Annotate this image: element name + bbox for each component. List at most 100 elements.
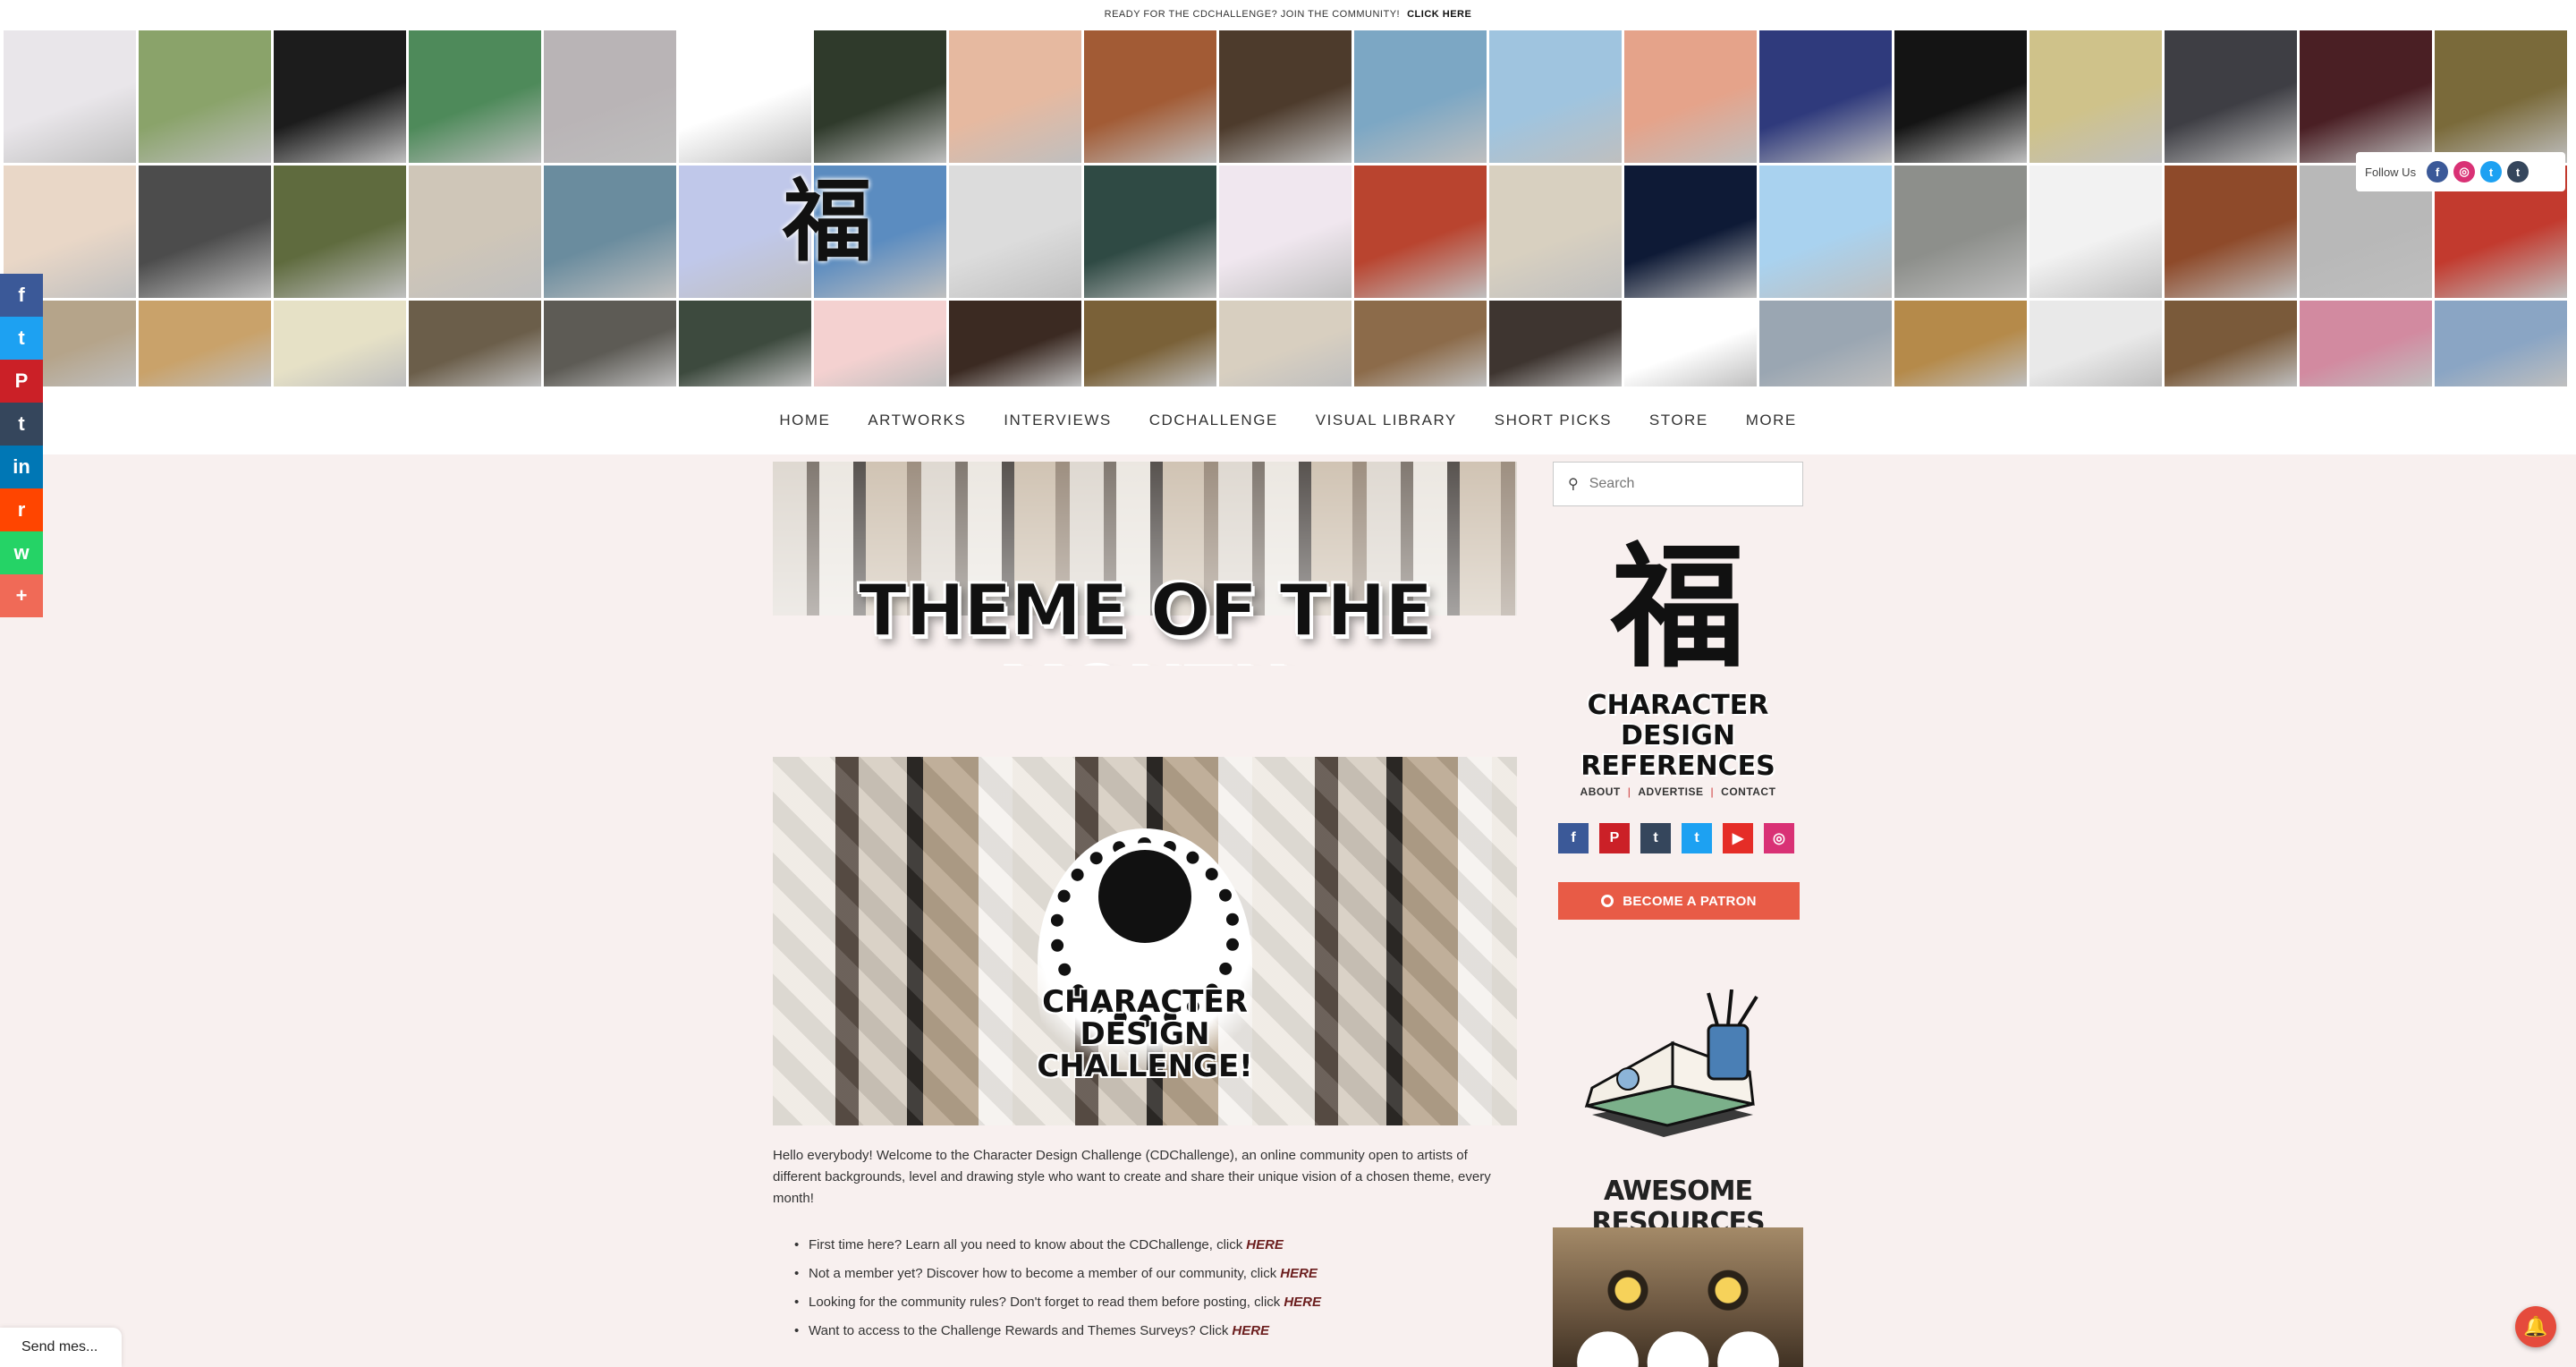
here-link[interactable]: HERE (1232, 1323, 1269, 1338)
here-link[interactable]: HERE (1284, 1295, 1321, 1310)
artwork-thumbnail[interactable] (1894, 166, 2027, 298)
artwork-thumbnail[interactable] (1354, 301, 1487, 386)
artwork-thumbnail[interactable] (1489, 30, 1622, 163)
search-input[interactable] (1589, 476, 1768, 492)
here-link[interactable]: HERE (1246, 1237, 1284, 1252)
artwork-thumbnail[interactable] (544, 301, 676, 386)
send-message-widget[interactable]: Send mes... (0, 1328, 122, 1367)
artwork-thumbnail[interactable] (1894, 301, 2027, 386)
youtube-icon[interactable]: ▶ (1723, 823, 1753, 853)
cdr-logo[interactable]: 福 CHARACTER DESIGN REFERENCES (1553, 524, 1803, 784)
artwork-thumbnail[interactable] (1219, 30, 1352, 163)
facebook-icon[interactable]: f (1558, 823, 1589, 853)
artwork-thumbnail[interactable] (274, 30, 406, 163)
artwork-thumbnail[interactable] (1759, 30, 1892, 163)
whatsapp-share-icon[interactable]: w (0, 531, 43, 574)
linkedin-share-icon[interactable]: in (0, 446, 43, 488)
site-logo[interactable]: 福 (778, 163, 877, 279)
cdchallenge-banner[interactable]: CHARACTER DESIGN CHALLENGE! (773, 757, 1517, 1125)
twitter-icon[interactable]: t (2480, 161, 2503, 183)
instagram-icon[interactable]: ◎ (1764, 823, 1794, 853)
artwork-thumbnail[interactable] (1624, 166, 1757, 298)
artwork-thumbnail[interactable] (1624, 301, 1757, 386)
nav-short-picks[interactable]: SHORT PICKS (1495, 412, 1612, 429)
artwork-thumbnail[interactable] (139, 166, 271, 298)
artwork-thumbnail[interactable] (1219, 301, 1352, 386)
artwork-thumbnail[interactable] (544, 166, 676, 298)
artwork-thumbnail[interactable] (409, 30, 541, 163)
ink-drop-icon (1091, 843, 1199, 950)
twitter-share-icon[interactable]: t (0, 317, 43, 360)
contact-link[interactable]: CONTACT (1721, 785, 1775, 798)
nav-store[interactable]: STORE (1649, 412, 1708, 429)
artwork-thumbnail[interactable] (814, 301, 946, 386)
artwork-thumbnail[interactable] (949, 301, 1081, 386)
here-link[interactable]: HERE (1280, 1266, 1318, 1281)
artwork-thumbnail[interactable] (2165, 30, 2297, 163)
theme-of-the-month-banner[interactable]: THEME OF THE MONTH (773, 462, 1517, 666)
nav-more[interactable]: MORE (1746, 412, 1797, 429)
tumblr-icon[interactable]: t (2507, 161, 2529, 183)
reddit-share-icon[interactable]: r (0, 488, 43, 531)
nav-visual-library[interactable]: VISUAL LIBRARY (1316, 412, 1457, 429)
artwork-thumbnail[interactable] (274, 166, 406, 298)
pinterest-icon[interactable]: P (1599, 823, 1630, 853)
artwork-thumbnail[interactable] (1084, 166, 1216, 298)
artwork-thumbnail[interactable] (2165, 301, 2297, 386)
artwork-thumbnail[interactable] (814, 30, 946, 163)
artwork-mosaic-header: 福 Follow Us f ◎ t t (0, 29, 2576, 386)
artwork-thumbnail[interactable] (1759, 301, 1892, 386)
artwork-thumbnail[interactable] (2300, 301, 2432, 386)
artwork-thumbnail[interactable] (544, 30, 676, 163)
artwork-thumbnail[interactable] (4, 30, 136, 163)
about-link[interactable]: ABOUT (1580, 785, 1621, 798)
link-separator: | (1710, 785, 1715, 798)
artwork-thumbnail[interactable] (679, 301, 811, 386)
tumblr-share-icon[interactable]: t (0, 403, 43, 446)
artwork-thumbnail[interactable] (1489, 166, 1622, 298)
advertise-link[interactable]: ADVERTISE (1638, 785, 1703, 798)
artwork-thumbnail[interactable] (1354, 30, 1487, 163)
artwork-thumbnail[interactable] (2029, 301, 2162, 386)
artwork-thumbnail[interactable] (1219, 166, 1352, 298)
artwork-thumbnail[interactable] (1624, 30, 1757, 163)
search-box: ⚲ (1553, 462, 1803, 506)
tumblr-icon[interactable]: t (1640, 823, 1671, 853)
instagram-icon[interactable]: ◎ (2453, 161, 2476, 183)
artwork-thumbnail[interactable] (1489, 301, 1622, 386)
artwork-thumbnail[interactable] (949, 166, 1081, 298)
artwork-thumbnail[interactable] (2029, 30, 2162, 163)
more-share-icon[interactable]: + (0, 574, 43, 617)
nav-artworks[interactable]: ARTWORKS (868, 412, 966, 429)
nav-interviews[interactable]: INTERVIEWS (1004, 412, 1111, 429)
artwork-thumbnail[interactable] (2300, 30, 2432, 163)
artwork-thumbnail[interactable] (2165, 166, 2297, 298)
artwork-thumbnail[interactable] (679, 30, 811, 163)
artwork-thumbnail[interactable] (2029, 166, 2162, 298)
artwork-thumbnail[interactable] (2435, 301, 2567, 386)
facebook-share-icon[interactable]: f (0, 274, 43, 317)
artwork-thumbnail[interactable] (949, 30, 1081, 163)
artwork-thumbnail[interactable] (1894, 30, 2027, 163)
artwork-thumbnail[interactable] (409, 301, 541, 386)
follow-us-label: Follow Us (2365, 165, 2417, 179)
list-item: Not a member yet? Discover how to become… (773, 1260, 1517, 1288)
nav-home[interactable]: HOME (779, 412, 830, 429)
nav-cdchallenge[interactable]: CDCHALLENGE (1149, 412, 1278, 429)
become-a-patron-button[interactable]: BECOME A PATRON (1558, 882, 1800, 920)
artwork-thumbnail[interactable] (2435, 30, 2567, 163)
artwork-thumbnail[interactable] (274, 301, 406, 386)
artwork-thumbnail[interactable] (1354, 166, 1487, 298)
artwork-thumbnail[interactable] (409, 166, 541, 298)
artwork-thumbnail[interactable] (1759, 166, 1892, 298)
facebook-icon[interactable]: f (2427, 161, 2449, 183)
artwork-thumbnail[interactable] (1084, 30, 1216, 163)
pinterest-share-icon[interactable]: P (0, 360, 43, 403)
notification-bell-icon[interactable]: 🔔 (2515, 1306, 2556, 1347)
artwork-thumbnail[interactable] (139, 30, 271, 163)
twitter-icon[interactable]: t (1682, 823, 1712, 853)
announcement-click-here-link[interactable]: CLICK HERE (1407, 9, 1471, 20)
artwork-thumbnail[interactable] (1084, 301, 1216, 386)
resources-thumbnail[interactable]: ●●● (1553, 1227, 1803, 1367)
artwork-thumbnail[interactable] (139, 301, 271, 386)
